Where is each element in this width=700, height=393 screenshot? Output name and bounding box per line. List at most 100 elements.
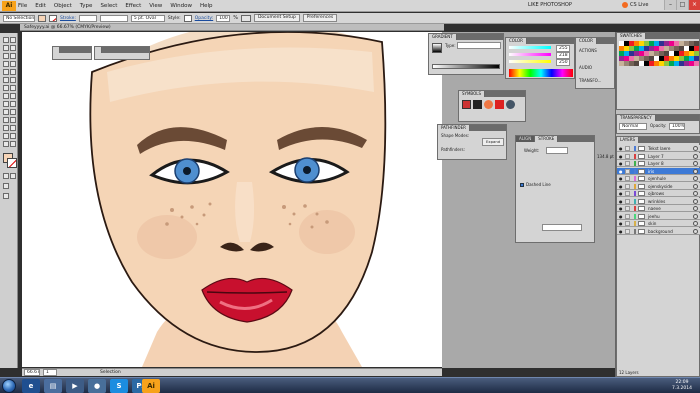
explorer-icon[interactable]: ▤ [44, 379, 62, 393]
opacity-field-panel[interactable]: 100% [669, 123, 685, 130]
swatch-cell[interactable] [694, 61, 699, 66]
blend-icon[interactable] [10, 117, 16, 123]
swatch-cell[interactable] [679, 61, 684, 66]
swatch-cell[interactable] [649, 46, 654, 51]
swatch-cell[interactable] [689, 46, 694, 51]
layer-row[interactable]: ● naeve [617, 205, 700, 213]
menu-help[interactable]: Help [200, 0, 213, 12]
skype-icon[interactable]: S [110, 379, 128, 393]
menu-object[interactable]: Object [54, 0, 72, 12]
swatch-cell[interactable] [644, 61, 649, 66]
opacity-field[interactable]: 100 [216, 14, 231, 22]
color-tab[interactable]: COLOR [506, 38, 527, 44]
target-icon[interactable] [693, 198, 698, 204]
perspective-icon[interactable] [10, 101, 16, 107]
visibility-eye-icon[interactable]: ● [619, 161, 624, 166]
lock-toggle-icon[interactable] [625, 146, 630, 151]
eraser-icon[interactable] [10, 77, 16, 83]
target-icon[interactable] [693, 146, 698, 151]
swatch-cell[interactable] [659, 51, 664, 56]
gradient-preview[interactable] [432, 43, 442, 53]
ie-icon[interactable]: e [22, 379, 40, 393]
swatch-cell[interactable] [644, 46, 649, 51]
gradient-type-select[interactable] [457, 42, 501, 49]
swatch-grid[interactable] [619, 41, 699, 81]
swatch-cell[interactable] [629, 61, 634, 66]
swatch-cell[interactable] [669, 56, 674, 61]
blob-brush-icon[interactable] [3, 77, 9, 83]
stroke-weight-input[interactable] [546, 147, 568, 154]
layer-row[interactable]: ● wrinkles [617, 197, 700, 205]
expand-button[interactable]: Expand [482, 138, 505, 146]
swatch-cell[interactable] [654, 46, 659, 51]
symbols-tab[interactable]: SYMBOLS [459, 91, 486, 97]
swatch-cell[interactable] [634, 56, 639, 61]
actions-tab-color[interactable]: COLOR [576, 38, 597, 44]
swatch-cell[interactable] [679, 56, 684, 61]
swatch-cell[interactable] [664, 41, 669, 46]
swatch-cell[interactable] [679, 51, 684, 56]
swatch-cell[interactable] [619, 56, 624, 61]
visibility-eye-icon[interactable]: ● [619, 214, 624, 219]
swatch-cell[interactable] [659, 41, 664, 46]
layer-row[interactable]: ● background [617, 227, 700, 235]
swatch-cell[interactable] [654, 61, 659, 66]
swatch-cell[interactable] [674, 46, 679, 51]
swatch-cell[interactable] [669, 61, 674, 66]
lock-toggle-icon[interactable] [625, 221, 630, 226]
swatch-cell[interactable] [634, 46, 639, 51]
swatch-cell[interactable] [684, 46, 689, 51]
workspace-switcher[interactable]: LIKE PHOTOSHOP [528, 2, 572, 8]
swatch-cell[interactable] [684, 56, 689, 61]
layer-row[interactable]: ● ojenhule [617, 175, 700, 183]
swatch-cell[interactable] [654, 41, 659, 46]
swatch-cell[interactable] [639, 46, 644, 51]
swatch-cell[interactable] [654, 51, 659, 56]
swatch-cell[interactable] [664, 51, 669, 56]
width-tool-icon[interactable] [3, 93, 9, 99]
swatch-cell[interactable] [649, 41, 654, 46]
swatch-cell[interactable] [634, 51, 639, 56]
swatch-cell[interactable] [659, 46, 664, 51]
swatch-cell[interactable] [674, 41, 679, 46]
floating-tab[interactable] [53, 47, 60, 53]
rectangle-tool-icon[interactable] [10, 61, 16, 67]
swatch-cell[interactable] [624, 51, 629, 56]
stroke-swatch[interactable] [49, 14, 57, 22]
menu-type[interactable]: Type [80, 0, 93, 12]
eyedropper-icon[interactable] [3, 117, 9, 123]
line-tool-icon[interactable] [3, 61, 9, 67]
visibility-eye-icon[interactable]: ● [619, 176, 624, 181]
swatch-cell[interactable] [689, 41, 694, 46]
swatch-cell[interactable] [644, 41, 649, 46]
symbol-4[interactable] [495, 100, 504, 109]
dashed-line-checkbox[interactable] [520, 183, 524, 187]
swatch-cell[interactable] [629, 56, 634, 61]
target-icon[interactable] [693, 228, 698, 234]
target-icon[interactable] [693, 168, 698, 174]
layers-tab[interactable]: LAYERS [617, 137, 640, 143]
symbol-2[interactable] [473, 100, 482, 109]
swatch-cell[interactable] [694, 46, 699, 51]
layer-row[interactable]: ● jeehu [617, 212, 700, 220]
swatch-cell[interactable] [669, 46, 674, 51]
pathfinder-tab[interactable]: PATHFINDER [438, 125, 470, 131]
lock-toggle-icon[interactable] [625, 176, 630, 181]
artboard-canvas[interactable] [22, 32, 442, 367]
zoom-field[interactable]: 66.67% [24, 369, 40, 376]
target-icon[interactable] [693, 206, 698, 211]
swatch-cell[interactable] [619, 46, 624, 51]
blend-mode-select[interactable]: Normal [619, 123, 647, 130]
draw-normal-icon[interactable] [3, 183, 9, 189]
lock-toggle-icon[interactable] [625, 153, 630, 159]
lock-toggle-icon[interactable] [625, 191, 630, 196]
cyan-slider[interactable] [509, 46, 551, 49]
stroke-label[interactable]: Stroke: [60, 16, 76, 21]
swatch-cell[interactable] [639, 41, 644, 46]
menu-file[interactable]: File [18, 0, 27, 12]
layer-row[interactable]: ● Layer 7 [617, 152, 700, 160]
magic-wand-icon[interactable] [3, 45, 9, 51]
selection-tool-icon[interactable] [3, 37, 9, 43]
swatch-cell[interactable] [659, 56, 664, 61]
screen-mode-icon[interactable] [3, 193, 9, 199]
